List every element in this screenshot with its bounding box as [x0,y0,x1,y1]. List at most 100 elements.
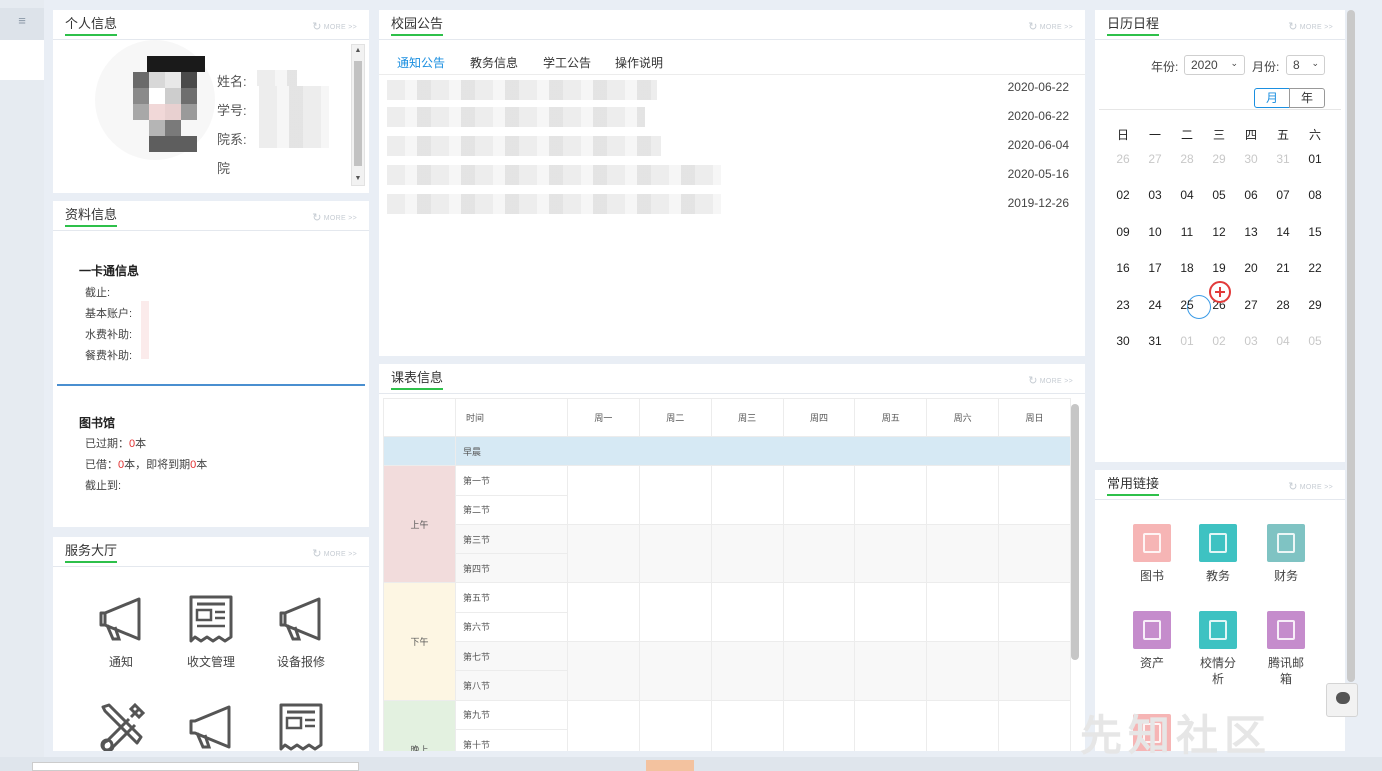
link-item[interactable]: 财务 [1251,524,1321,584]
class-cell[interactable] [567,582,640,643]
scroll-down-icon[interactable]: ▼ [352,174,364,184]
view-year-button[interactable]: 年 [1289,88,1325,108]
sidebar-active-item[interactable] [0,40,44,80]
calendar-day[interactable]: 02 [1107,188,1139,202]
service-repair[interactable]: 设备报修 [261,593,341,670]
bottom-tab[interactable] [646,760,694,771]
view-month-button[interactable]: 月 [1254,88,1290,108]
calendar-day[interactable]: 19 [1203,261,1235,275]
link-item[interactable]: 图书 [1117,524,1187,584]
link-item[interactable]: 腾讯邮箱 [1251,611,1321,687]
service-tools[interactable] [81,701,161,751]
service-documents[interactable]: 收文管理 [171,593,251,670]
link-item[interactable]: 资产 [1117,611,1187,671]
notice-item[interactable]: 2020-05-16 [379,161,1085,190]
calendar-day[interactable]: 06 [1235,188,1267,202]
more-link[interactable]: ↻ MORE >> [312,19,357,33]
calendar-day[interactable]: 28 [1267,298,1299,312]
class-cell[interactable] [854,523,928,584]
more-link[interactable]: ↻ MORE >> [312,210,357,224]
notice-item[interactable]: 2020-06-22 [379,103,1085,132]
calendar-day[interactable]: 30 [1235,152,1267,166]
class-cell[interactable] [782,465,856,525]
class-cell[interactable] [638,699,712,751]
calendar-day[interactable]: 13 [1235,225,1267,239]
class-cell[interactable] [710,699,784,751]
class-cell[interactable] [998,699,1071,751]
calendar-day[interactable]: 29 [1299,298,1331,312]
tab-student-affairs[interactable]: 学工公告 [543,54,591,71]
class-cell[interactable] [926,582,1000,643]
class-cell[interactable] [854,465,928,525]
add-event-icon[interactable] [1209,281,1231,303]
menu-toggle-icon[interactable]: ≡ [0,8,44,40]
calendar-day[interactable]: 30 [1107,334,1139,348]
class-cell[interactable] [782,582,856,643]
calendar-day[interactable]: 16 [1107,261,1139,275]
month-select[interactable]: 8 ⌄ [1286,55,1325,75]
link-item[interactable]: 校情分析 [1183,611,1253,687]
tab-academic[interactable]: 教务信息 [470,54,518,71]
calendar-day[interactable]: 11 [1171,225,1203,239]
class-cell[interactable] [998,641,1071,701]
calendar-day[interactable]: 03 [1139,188,1171,202]
class-cell[interactable] [926,699,1000,751]
class-cell[interactable] [710,523,784,584]
class-cell[interactable] [638,582,712,643]
calendar-day[interactable]: 17 [1139,261,1171,275]
tab-instructions[interactable]: 操作说明 [615,54,663,71]
calendar-day[interactable]: 09 [1107,225,1139,239]
class-cell[interactable] [854,699,928,751]
calendar-day[interactable]: 27 [1235,298,1267,312]
calendar-day[interactable]: 27 [1139,152,1171,166]
more-link[interactable]: ↻ MORE >> [312,546,357,560]
schedule-scrollbar[interactable] [1071,404,1079,660]
class-cell[interactable] [710,465,784,525]
calendar-day[interactable]: 12 [1203,225,1235,239]
calendar-day[interactable]: 15 [1299,225,1331,239]
class-cell[interactable] [854,582,928,643]
scroll-thumb[interactable] [354,61,362,166]
calendar-day[interactable]: 18 [1171,261,1203,275]
calendar-day[interactable]: 08 [1299,188,1331,202]
calendar-day[interactable]: 21 [1267,261,1299,275]
calendar-day[interactable]: 14 [1267,225,1299,239]
notice-item[interactable]: 2019-12-26 [379,190,1085,219]
class-cell[interactable] [926,641,1000,701]
class-cell[interactable] [926,465,1000,525]
class-cell[interactable] [782,641,856,701]
calendar-day[interactable]: 05 [1203,188,1235,202]
class-cell[interactable] [567,465,640,525]
calendar-day[interactable]: 23 [1107,298,1139,312]
calendar-day[interactable]: 24 [1139,298,1171,312]
scroll-up-icon[interactable]: ▲ [352,46,364,56]
class-cell[interactable] [782,699,856,751]
more-link[interactable]: ↻ MORE >> [1288,19,1333,33]
calendar-day[interactable]: 01 [1171,334,1203,348]
vertical-scrollbar[interactable]: ▲ ▼ [351,44,365,186]
class-cell[interactable] [854,641,928,701]
class-cell[interactable] [567,523,640,584]
calendar-day[interactable]: 04 [1171,188,1203,202]
calendar-day[interactable]: 20 [1235,261,1267,275]
calendar-day[interactable]: 01 [1299,152,1331,166]
service-notice[interactable]: 通知 [81,593,161,670]
year-select[interactable]: 2020 ⌄ [1184,55,1245,75]
notice-item[interactable]: 2020-06-04 [379,132,1085,161]
calendar-day[interactable]: 05 [1299,334,1331,348]
more-link[interactable]: ↻ MORE >> [1288,479,1333,493]
more-link[interactable]: ↻ MORE >> [1028,19,1073,33]
page-scrollbar[interactable] [1347,10,1355,682]
calendar-day[interactable]: 31 [1139,334,1171,348]
calendar-day[interactable]: 29 [1203,152,1235,166]
calendar-day[interactable]: 07 [1267,188,1299,202]
notice-item[interactable]: 2020-06-22 [379,74,1085,103]
class-cell[interactable] [782,523,856,584]
bottom-input[interactable] [32,762,359,771]
class-cell[interactable] [638,465,712,525]
calendar-day[interactable]: 28 [1171,152,1203,166]
calendar-day[interactable]: 04 [1267,334,1299,348]
class-cell[interactable] [567,641,640,701]
calendar-day[interactable]: 26 [1107,152,1139,166]
tab-notice[interactable]: 通知公告 [397,54,445,71]
